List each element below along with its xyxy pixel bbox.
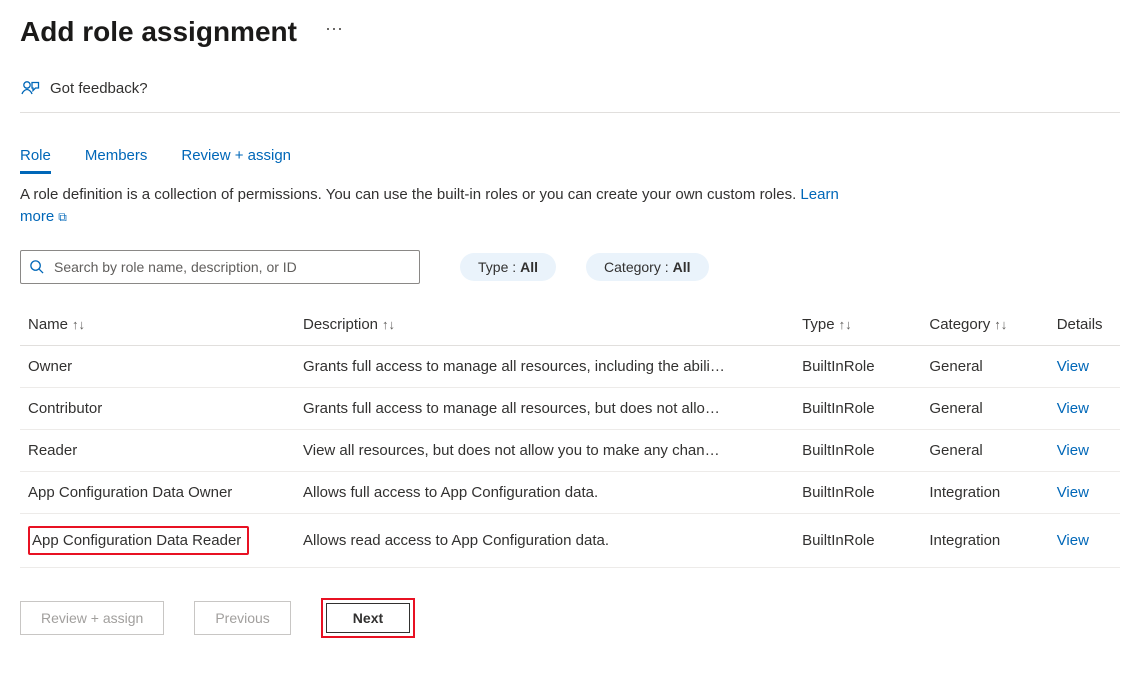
- table-row[interactable]: OwnerGrants full access to manage all re…: [20, 345, 1120, 387]
- tab-bar: Role Members Review + assign: [20, 141, 1120, 170]
- view-link[interactable]: View: [1057, 532, 1089, 549]
- cell-type: BuiltInRole: [794, 387, 921, 429]
- tab-members[interactable]: Members: [85, 141, 148, 170]
- header-type[interactable]: Type↑↓: [794, 306, 921, 346]
- filter-category-label: Category :: [604, 259, 669, 275]
- cell-description: Allows read access to App Configuration …: [295, 513, 794, 567]
- search-input[interactable]: [52, 258, 411, 276]
- search-input-wrapper[interactable]: [20, 250, 420, 284]
- filter-category-value: All: [673, 259, 691, 275]
- cell-details: View: [1049, 345, 1120, 387]
- filter-type-label: Type :: [478, 259, 516, 275]
- cell-category: Integration: [921, 471, 1048, 513]
- view-link[interactable]: View: [1057, 400, 1089, 417]
- page-title: Add role assignment: [20, 16, 297, 48]
- cell-name: App Configuration Data Reader: [20, 513, 295, 567]
- cell-name: Reader: [20, 429, 295, 471]
- cell-description: Grants full access to manage all resourc…: [295, 345, 794, 387]
- view-link[interactable]: View: [1057, 358, 1089, 375]
- sort-icon: ↑↓: [382, 317, 395, 332]
- cell-type: BuiltInRole: [794, 429, 921, 471]
- next-button-highlight: Next: [321, 598, 415, 638]
- feedback-icon: [20, 78, 40, 98]
- more-actions-icon[interactable]: ⋯: [325, 20, 344, 44]
- sort-icon: ↑↓: [994, 317, 1007, 332]
- cell-details: View: [1049, 429, 1120, 471]
- sort-icon: ↑↓: [839, 317, 852, 332]
- table-row[interactable]: ReaderView all resources, but does not a…: [20, 429, 1120, 471]
- cell-details: View: [1049, 387, 1120, 429]
- header-category[interactable]: Category↑↓: [921, 306, 1048, 346]
- cell-name: Contributor: [20, 387, 295, 429]
- search-icon: [29, 259, 44, 274]
- cell-category: General: [921, 387, 1048, 429]
- roles-table: Name↑↓ Description↑↓ Type↑↓ Category↑↓ D…: [20, 306, 1120, 568]
- cell-type: BuiltInRole: [794, 471, 921, 513]
- highlighted-role: App Configuration Data Reader: [28, 526, 249, 555]
- role-description-text: A role definition is a collection of per…: [20, 186, 800, 203]
- cell-details: View: [1049, 471, 1120, 513]
- filter-type-value: All: [520, 259, 538, 275]
- table-row[interactable]: App Configuration Data OwnerAllows full …: [20, 471, 1120, 513]
- table-row[interactable]: ContributorGrants full access to manage …: [20, 387, 1120, 429]
- cell-description: View all resources, but does not allow y…: [295, 429, 794, 471]
- next-button[interactable]: Next: [326, 603, 410, 633]
- previous-button[interactable]: Previous: [194, 601, 290, 635]
- feedback-label: Got feedback?: [50, 80, 148, 97]
- review-assign-button[interactable]: Review + assign: [20, 601, 164, 635]
- cell-type: BuiltInRole: [794, 345, 921, 387]
- external-link-icon: ⧉: [58, 210, 67, 224]
- header-name[interactable]: Name↑↓: [20, 306, 295, 346]
- cell-details: View: [1049, 513, 1120, 567]
- tab-role[interactable]: Role: [20, 141, 51, 170]
- filter-type-pill[interactable]: Type : All: [460, 253, 556, 281]
- tab-review-assign[interactable]: Review + assign: [181, 141, 291, 170]
- header-details: Details: [1049, 306, 1120, 346]
- cell-category: General: [921, 429, 1048, 471]
- cell-category: General: [921, 345, 1048, 387]
- role-description: A role definition is a collection of per…: [20, 184, 850, 228]
- cell-category: Integration: [921, 513, 1048, 567]
- cell-name: App Configuration Data Owner: [20, 471, 295, 513]
- cell-description: Grants full access to manage all resourc…: [295, 387, 794, 429]
- filter-category-pill[interactable]: Category : All: [586, 253, 708, 281]
- cell-description: Allows full access to App Configuration …: [295, 471, 794, 513]
- view-link[interactable]: View: [1057, 442, 1089, 459]
- feedback-link[interactable]: Got feedback?: [20, 66, 1120, 113]
- sort-icon: ↑↓: [72, 317, 85, 332]
- cell-type: BuiltInRole: [794, 513, 921, 567]
- header-description[interactable]: Description↑↓: [295, 306, 794, 346]
- cell-name: Owner: [20, 345, 295, 387]
- view-link[interactable]: View: [1057, 484, 1089, 501]
- table-row[interactable]: App Configuration Data Reader Allows read…: [20, 513, 1120, 567]
